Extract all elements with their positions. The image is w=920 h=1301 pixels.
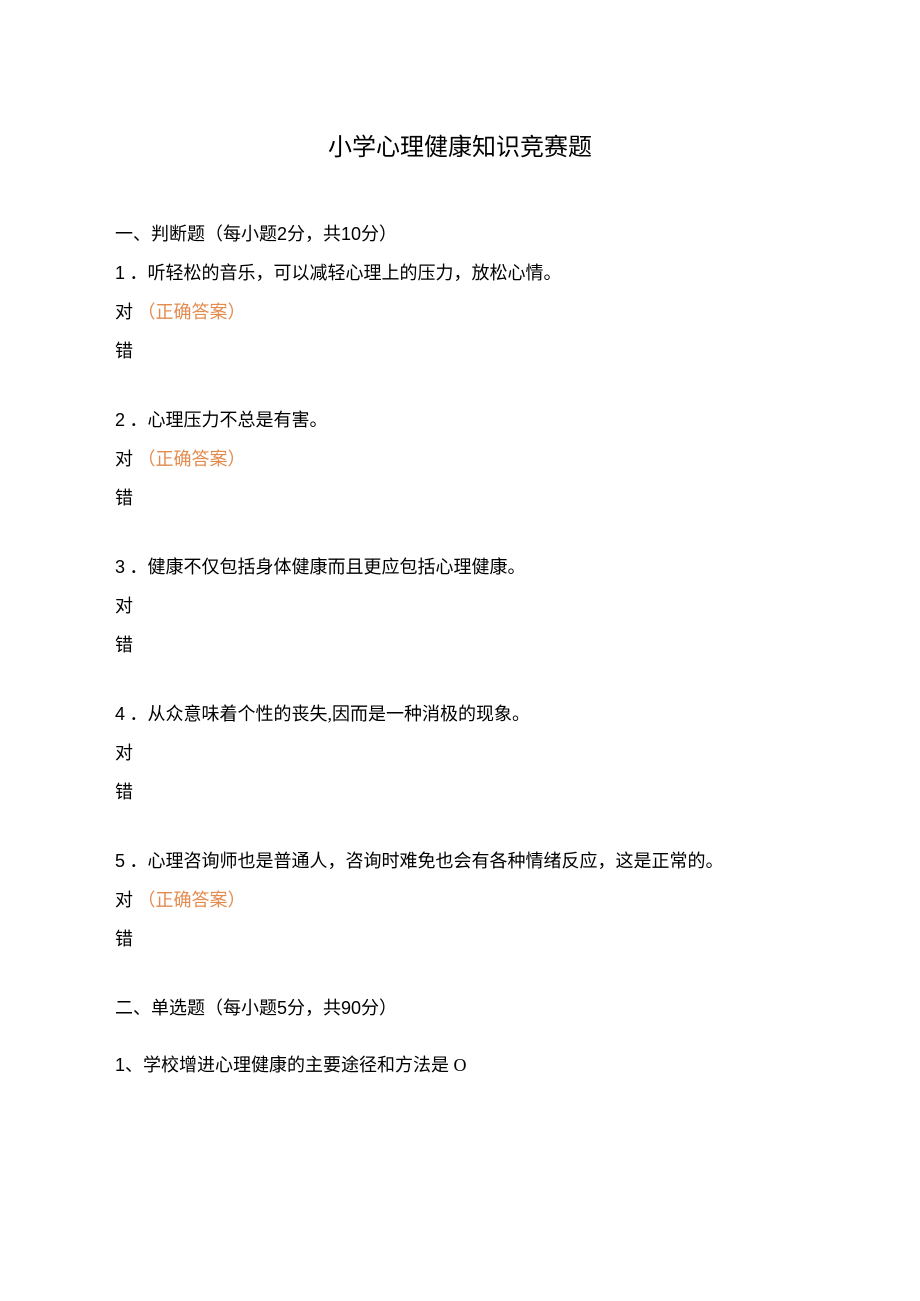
q2-true-label: 对 [115,449,138,469]
question-3: 3 ．健康不仅包括身体健康而且更应包括心理健康。 [115,554,805,581]
question-3-text: ．健康不仅包括身体健康而且更应包括心理健康。 [125,557,526,577]
question-5: 5 ．心理咨询师也是普通人，咨询时难免也会有各种情绪反应，这是正常的。 [115,848,805,875]
question-2-option-false: 错 [115,485,805,512]
question-2-option-true: 对 （正确答案） [115,446,805,473]
section-1-header: 一、判断题（每小题2分，共10分） [115,221,805,248]
question-4-option-true: 对 [115,740,805,767]
section-2-mid: 分，共 [287,998,341,1018]
q5-true-label: 对 [115,890,138,910]
section-1-suffix: 分） [361,224,397,244]
section-2-points: 5 [277,998,287,1018]
question-3-number: 3 [115,557,125,577]
question-1-option-false: 错 [115,338,805,365]
question-1-number: 1 [115,263,125,283]
section-1-mid: 分，共 [287,224,341,244]
section-2-suffix: 分） [361,998,397,1018]
question-2-number: 2 [115,410,125,430]
q2-correct-answer: （正确答案） [138,449,246,469]
question-4-text: ．从众意味着个性的丧失,因而是一种消极的现象。 [125,704,530,724]
section-2-total: 90 [341,998,361,1018]
question-1: 1 ．听轻松的音乐，可以减轻心理上的压力，放松心情。 [115,260,805,287]
section-2-prefix: 二、单选题（每小题 [115,998,277,1018]
q5-correct-answer: （正确答案） [138,890,246,910]
question-5-option-false: 错 [115,926,805,953]
section-2-question-1: 1、学校增进心理健康的主要途径和方法是 O [115,1052,805,1079]
question-4-option-false: 错 [115,779,805,806]
question-3-option-false: 错 [115,632,805,659]
question-5-text: ．心理咨询师也是普通人，咨询时难免也会有各种情绪反应，这是正常的。 [125,851,724,871]
section-1-points: 2 [277,224,287,244]
question-5-number: 5 [115,851,125,871]
question-4: 4 ．从众意味着个性的丧失,因而是一种消极的现象。 [115,701,805,728]
question-1-option-true: 对 （正确答案） [115,299,805,326]
s2-question-1-number: 1 [115,1055,125,1075]
question-3-option-true: 对 [115,593,805,620]
document-page: 小学心理健康知识竞赛题 一、判断题（每小题2分，共10分） 1 ．听轻松的音乐，… [0,0,920,1151]
question-2: 2 ．心理压力不总是有害。 [115,407,805,434]
q1-correct-answer: （正确答案） [138,302,246,322]
section-2-header: 二、单选题（每小题5分，共90分） [115,995,805,1022]
question-5-option-true: 对 （正确答案） [115,887,805,914]
question-1-text: ．听轻松的音乐，可以减轻心理上的压力，放松心情。 [125,263,562,283]
question-2-text: ．心理压力不总是有害。 [125,410,328,430]
section-1-prefix: 一、判断题（每小题 [115,224,277,244]
document-title: 小学心理健康知识竞赛题 [115,130,805,166]
section-1-total: 10 [341,224,361,244]
q1-true-label: 对 [115,302,138,322]
s2-question-1-text: 、学校增进心理健康的主要途径和方法是 O [125,1055,467,1075]
question-4-number: 4 [115,704,125,724]
